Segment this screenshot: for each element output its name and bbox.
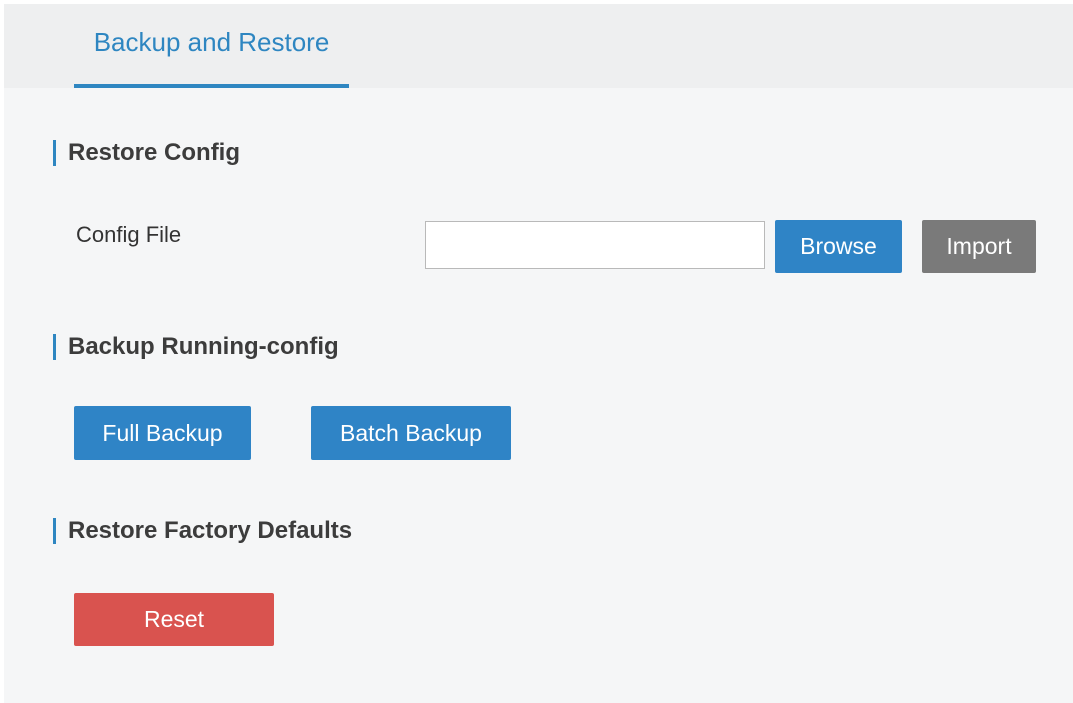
section-marker <box>53 518 56 544</box>
tab-backup-and-restore[interactable]: Backup and Restore <box>74 4 349 88</box>
full-backup-button[interactable]: Full Backup <box>74 406 251 460</box>
reset-button[interactable]: Reset <box>74 593 274 646</box>
section-marker <box>53 334 56 360</box>
import-button[interactable]: Import <box>922 220 1036 273</box>
section-title-backup: Backup Running-config <box>68 333 339 360</box>
config-file-input[interactable] <box>425 221 765 269</box>
active-tab-indicator <box>74 84 349 88</box>
section-title-factory: Restore Factory Defaults <box>68 517 353 544</box>
config-file-label: Config File <box>76 222 182 247</box>
section-backup-running-config: Backup Running-config <box>53 332 339 362</box>
tab-bar: Backup and Restore <box>4 4 1073 88</box>
browse-button[interactable]: Browse <box>775 220 902 273</box>
section-restore-factory-defaults: Restore Factory Defaults <box>53 516 352 546</box>
page-container: Backup and Restore Restore Config Config… <box>4 4 1073 703</box>
section-restore-config: Restore Config <box>53 138 240 168</box>
batch-backup-button[interactable]: Batch Backup <box>311 406 511 460</box>
section-marker <box>53 140 56 166</box>
tab-label: Backup and Restore <box>93 26 330 57</box>
section-title-restore-config: Restore Config <box>68 139 241 166</box>
